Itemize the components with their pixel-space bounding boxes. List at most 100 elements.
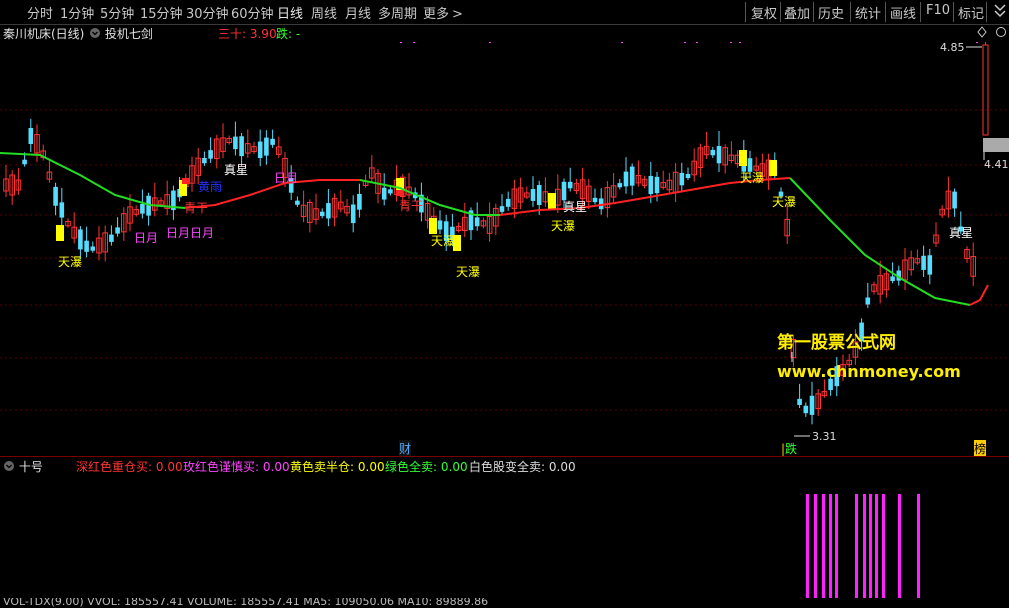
candle-body-gray bbox=[983, 138, 1009, 152]
highlight-candle-yellow bbox=[56, 225, 64, 241]
stats-button[interactable]: 统计 bbox=[855, 3, 881, 22]
highlight-candle-yellow bbox=[739, 150, 747, 166]
candle-body-down bbox=[617, 183, 623, 188]
candle-body-down bbox=[561, 181, 567, 201]
indicator-bar bbox=[822, 494, 825, 598]
top-signal-dot bbox=[976, 42, 978, 43]
draw-line-button[interactable]: 画线 bbox=[890, 3, 916, 22]
period-tab-30min[interactable]: 30分钟 bbox=[186, 3, 229, 22]
ma30-readout: 三十: 3.90 bbox=[218, 27, 277, 41]
candle-body-down bbox=[28, 128, 34, 144]
rank-tag[interactable]: 榜 bbox=[974, 440, 987, 457]
kline-chart-area[interactable]: 天瀑日月 日月日月青干黄雨真星日月青干天瀑天瀑天瀑真星天瀑天瀑真星 bbox=[0, 42, 1009, 598]
chevron-right-icon: > bbox=[452, 7, 463, 22]
indicator-item-white: 白色股变全卖: 0.00 bbox=[469, 458, 576, 475]
period-tab-more[interactable]: 更多 > bbox=[423, 3, 463, 22]
candle-body-down bbox=[536, 185, 542, 205]
dropdown-circle-icon bbox=[3, 460, 15, 474]
indicator-bar bbox=[882, 494, 885, 598]
diamond-icon[interactable] bbox=[977, 26, 987, 41]
candle-body-down bbox=[90, 246, 96, 251]
stock-title: 秦川机床(日线) bbox=[3, 27, 85, 41]
toolbar-divider bbox=[813, 2, 814, 22]
candle-body-down bbox=[474, 217, 480, 227]
indicator-item-label: 深红色重仓买: bbox=[76, 460, 153, 474]
indicator-item-value: 0.00 bbox=[440, 460, 468, 474]
candle-body-down bbox=[22, 159, 27, 165]
indicator-bar bbox=[814, 494, 817, 598]
indicator-item-label: 白色股变全卖: bbox=[469, 460, 546, 474]
candle-body-down bbox=[326, 203, 331, 219]
period-tab-5min[interactable]: 5分钟 bbox=[100, 3, 134, 22]
fuquan-button[interactable]: 复权 bbox=[751, 3, 777, 22]
candle-body-down bbox=[685, 173, 691, 179]
candle-body-down bbox=[350, 204, 356, 224]
candle-body-down bbox=[140, 203, 145, 214]
period-tab-1min[interactable]: 1分钟 bbox=[60, 3, 94, 22]
candle-body-down bbox=[84, 240, 89, 252]
signal-label: 青干 bbox=[399, 199, 423, 213]
f10-button[interactable]: F10 bbox=[926, 3, 950, 18]
low-price-label: 3.31 bbox=[812, 430, 837, 443]
highlight-candle-yellow bbox=[769, 160, 777, 176]
indicator-info-bar: 十号 深红色重仓买: 0.00 玫红色谨慎买: 0.00 黄色卖半仓: 0.00… bbox=[0, 456, 1009, 475]
candle-body-down bbox=[109, 234, 114, 242]
indicator-item-label: 玫红色谨慎买: bbox=[183, 460, 260, 474]
period-tab-weekly[interactable]: 周线 bbox=[311, 3, 337, 22]
toolbar-divider bbox=[986, 2, 987, 22]
watermark-title: 第一股票公式网 bbox=[777, 333, 896, 353]
period-tab-60min[interactable]: 60分钟 bbox=[231, 3, 274, 22]
indicator-item-green: 绿色全卖: 0.00 bbox=[385, 458, 468, 475]
candle-body-down bbox=[952, 191, 957, 209]
candle-body-down bbox=[115, 227, 120, 234]
indicator-bar bbox=[806, 494, 809, 598]
indicator-item-deep-red: 深红色重仓买: 0.00 bbox=[76, 458, 183, 475]
candle-body-down bbox=[233, 136, 238, 150]
period-tab-daily[interactable]: 日线 bbox=[277, 3, 303, 22]
signal-label: 黄雨 bbox=[198, 180, 222, 194]
candle-body-down bbox=[295, 200, 300, 205]
toolbar-divider bbox=[745, 2, 746, 22]
indicator-selector[interactable]: 十号 bbox=[3, 458, 43, 475]
candle-body-down bbox=[208, 150, 213, 159]
expand-icon[interactable] bbox=[992, 1, 1008, 23]
candle-body-down bbox=[319, 211, 325, 217]
high-price-label: 4.85 bbox=[940, 41, 965, 54]
candle-body-down bbox=[78, 229, 83, 250]
finance-tag[interactable]: 财 bbox=[399, 440, 412, 457]
indicator-item-label: 绿色全卖: bbox=[385, 460, 438, 474]
circle-icon[interactable] bbox=[995, 26, 1007, 41]
mark-button[interactable]: 标记 bbox=[958, 3, 984, 22]
candle-body-down bbox=[59, 202, 65, 218]
ma-segment bbox=[969, 284, 989, 306]
candle-body-down bbox=[710, 149, 716, 156]
indicator-bar bbox=[898, 494, 901, 598]
period-tab-monthly[interactable]: 月线 bbox=[345, 3, 371, 22]
indicator-item-value: 0.00 bbox=[262, 460, 290, 474]
formula-selector[interactable]: 投机七剑 bbox=[89, 25, 153, 42]
signal-label: 日月 bbox=[134, 231, 158, 245]
overlay-button[interactable]: 叠加 bbox=[784, 3, 810, 22]
signal-label: 青干 bbox=[184, 201, 208, 215]
die-tag[interactable]: |跌 bbox=[781, 440, 797, 457]
candle-body-down bbox=[381, 187, 387, 200]
volume-readout: VOL-TDX(9.00) VVOL: 185557.41 VOLUME: 18… bbox=[3, 598, 489, 608]
formula-name: 投机七剑 bbox=[104, 27, 153, 41]
right-price-label: 4.41 bbox=[984, 158, 1009, 171]
candle-body-down bbox=[257, 141, 263, 158]
signal-label: 天瀑 bbox=[772, 195, 796, 209]
period-tab-multi[interactable]: 多周期 bbox=[378, 3, 417, 22]
highlight-candle-red bbox=[182, 178, 190, 184]
toolbar-divider bbox=[780, 2, 781, 22]
indicator-item-yellow: 黄色卖半仓: 0.00 bbox=[290, 458, 385, 475]
signal-label: 天瀑 bbox=[740, 171, 764, 185]
indicator-item-label: 黄色卖半仓: bbox=[290, 460, 355, 474]
highlight-candle-yellow bbox=[429, 218, 437, 234]
period-tab-fenshi[interactable]: 分时 bbox=[27, 3, 53, 22]
top-signal-dot bbox=[739, 42, 741, 43]
die-readout: 跌: - bbox=[276, 27, 301, 41]
signal-label: 天瀑 bbox=[58, 255, 82, 269]
signal-label: 天瀑 bbox=[551, 219, 575, 233]
history-button[interactable]: 历史 bbox=[818, 3, 844, 22]
period-tab-15min[interactable]: 15分钟 bbox=[140, 3, 183, 22]
